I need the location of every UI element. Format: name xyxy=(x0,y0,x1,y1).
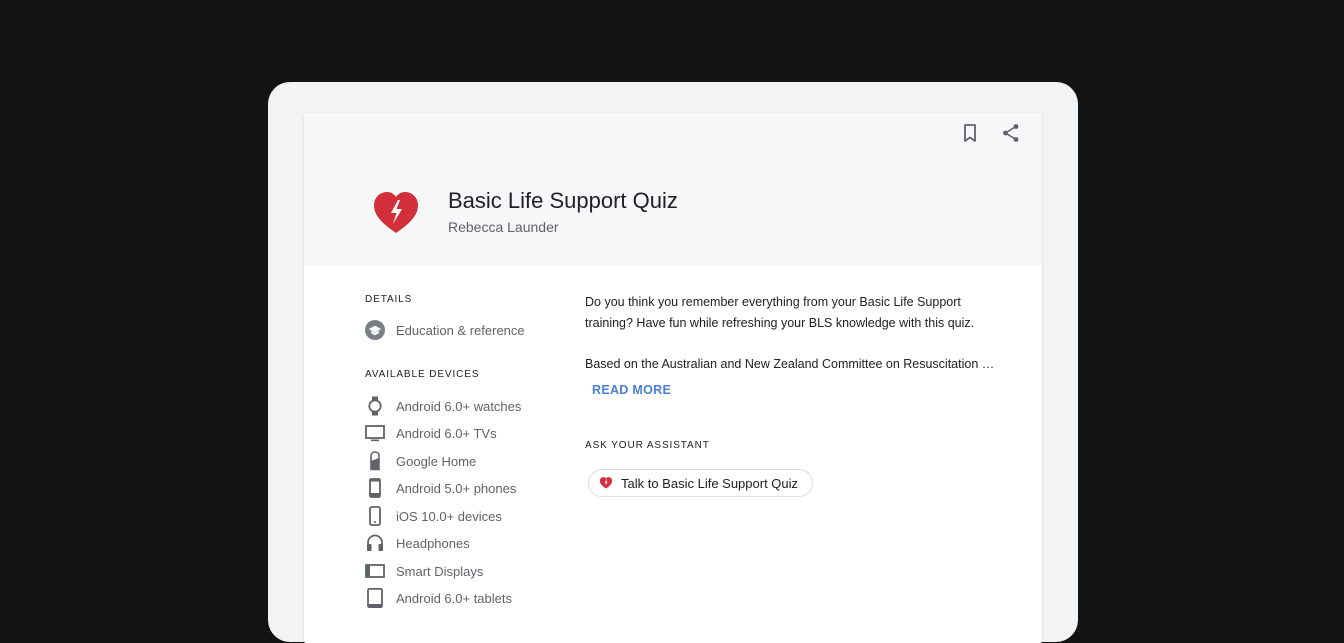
heart-icon xyxy=(599,476,613,490)
device-label: Android 6.0+ watches xyxy=(396,398,522,414)
ios-phone-icon xyxy=(365,506,385,526)
device-item: Android 6.0+ tablets xyxy=(365,587,512,609)
description-line: Based on the Australian and New Zealand … xyxy=(585,357,995,371)
device-label: iOS 10.0+ devices xyxy=(396,508,502,524)
device-item: Headphones xyxy=(365,532,470,554)
device-item: Android 5.0+ phones xyxy=(365,477,516,499)
category-row[interactable]: Education & reference xyxy=(365,319,525,341)
talk-to-label: Talk to Basic Life Support Quiz xyxy=(621,475,799,491)
phone-icon xyxy=(365,478,385,498)
device-label: Android 6.0+ TVs xyxy=(396,425,497,441)
available-devices-label: AVAILABLE DEVICES xyxy=(365,369,480,380)
app-title: Basic Life Support Quiz xyxy=(448,188,678,213)
share-icon[interactable] xyxy=(999,121,1023,145)
talk-to-button[interactable]: Talk to Basic Life Support Quiz xyxy=(588,469,814,497)
device-item: Smart Displays xyxy=(365,560,483,582)
broken-heart-icon xyxy=(371,188,421,238)
device-item: Android 6.0+ watches xyxy=(365,395,521,417)
description-line: training? Have fun while refreshing your… xyxy=(585,316,975,330)
tablet-icon xyxy=(365,588,385,608)
device-label: Android 6.0+ tablets xyxy=(396,590,512,606)
details-label: DETAILS xyxy=(365,294,413,305)
tv-icon xyxy=(365,423,385,443)
watch-icon xyxy=(365,396,385,416)
device-item: Android 6.0+ TVs xyxy=(365,422,497,444)
device-item: Google Home xyxy=(365,450,476,472)
app-header: Basic Life Support Quiz Rebecca Launder xyxy=(304,113,1042,265)
device-item: iOS 10.0+ devices xyxy=(365,505,502,527)
device-label: Smart Displays xyxy=(396,563,484,579)
read-more-link[interactable]: READ MORE xyxy=(592,383,671,397)
google-home-icon xyxy=(365,451,385,471)
app-author[interactable]: Rebecca Launder xyxy=(448,219,559,235)
app-detail-card: Basic Life Support Quiz Rebecca Launder … xyxy=(304,113,1042,643)
education-icon xyxy=(365,320,385,340)
bookmark-icon[interactable] xyxy=(958,121,982,145)
device-label: Android 5.0+ phones xyxy=(396,480,517,496)
smart-display-icon xyxy=(365,561,385,581)
category-text: Education & reference xyxy=(396,322,525,338)
device-label: Headphones xyxy=(396,535,470,551)
device-label: Google Home xyxy=(396,453,477,469)
ask-assistant-label: ASK YOUR ASSISTANT xyxy=(585,440,710,451)
description-line: Do you think you remember everything fro… xyxy=(585,295,961,309)
headphones-icon xyxy=(365,533,385,553)
